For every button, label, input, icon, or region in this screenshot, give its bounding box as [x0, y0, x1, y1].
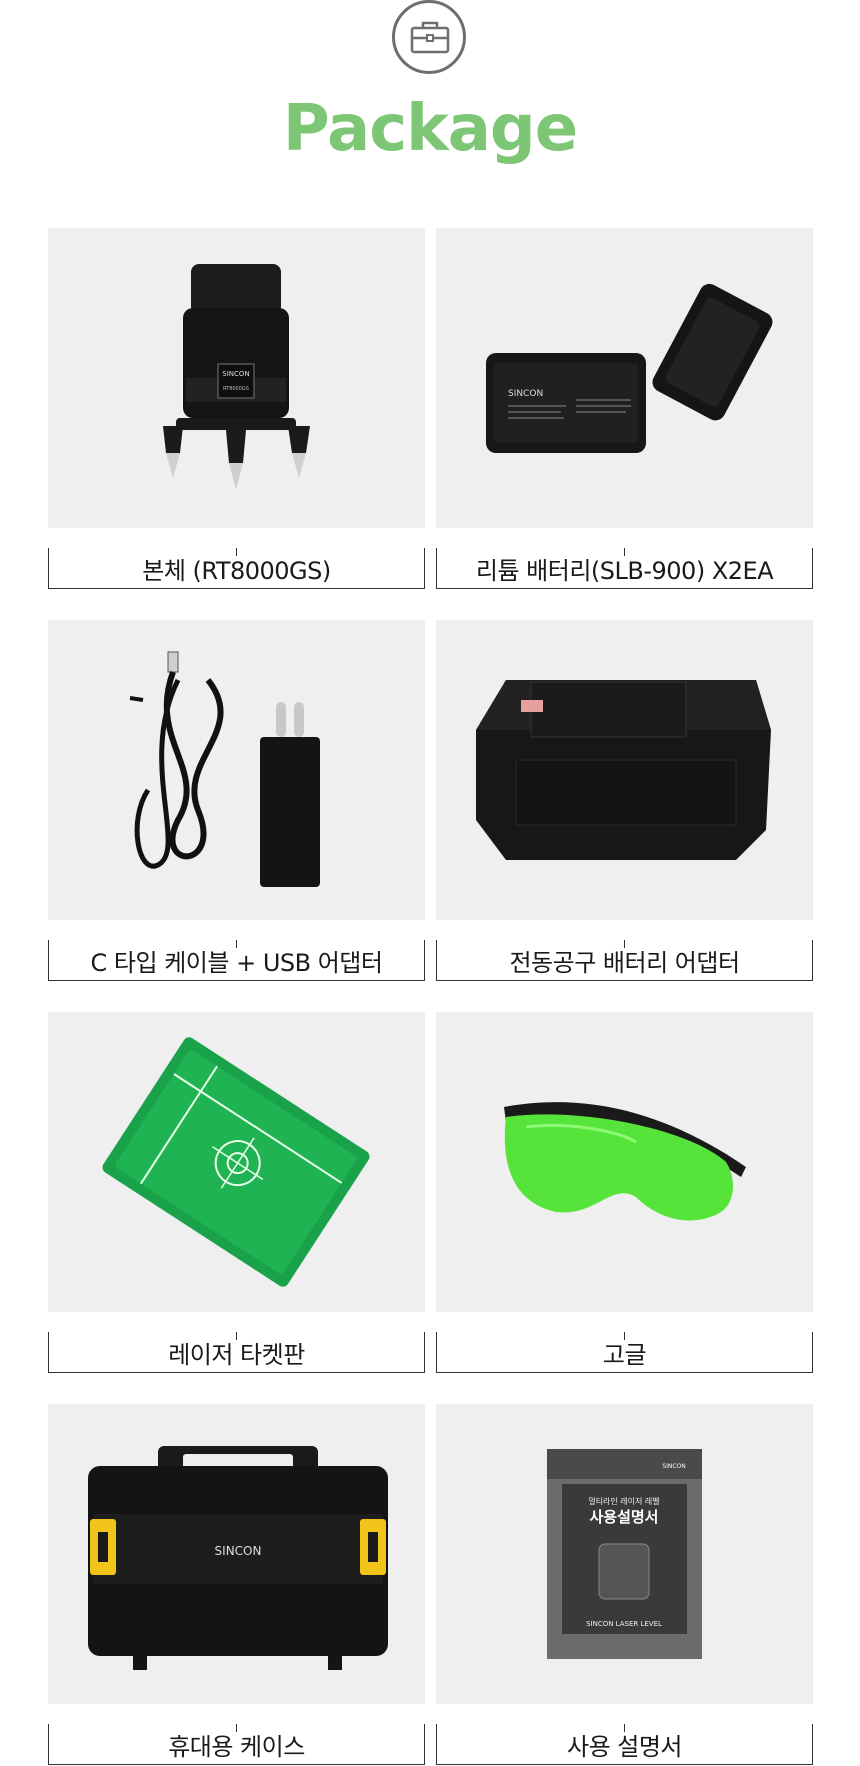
manual-brand-text: SINCON [662, 1463, 685, 1470]
battery-brand-text: SINCON [508, 389, 543, 399]
item-image-laser-level: SINCON RT8000GS [48, 228, 425, 528]
page-title: Package [282, 92, 578, 166]
item-label: 전동공구 배터리 어댑터 [436, 940, 813, 981]
item-image-battery-adapter [436, 620, 813, 920]
item-label: 리튬 배터리(SLB-900) X2EA [436, 548, 813, 589]
manual-title-text: 사용설명서 [589, 1508, 658, 1526]
case-brand-text: SINCON [215, 1544, 262, 1558]
item-label: 본체 (RT8000GS) [48, 548, 425, 589]
manual-footer-text: SINCON LASER LEVEL [586, 1620, 662, 1628]
laser-level-model-text: RT8000GS [223, 386, 249, 392]
toolbox-icon [392, 0, 466, 74]
item-label: 휴대용 케이스 [48, 1724, 425, 1765]
item-label: 고글 [436, 1332, 813, 1373]
item-label: C 타입 케이블 + USB 어댑터 [48, 940, 425, 981]
item-label: 사용 설명서 [436, 1724, 813, 1765]
item-image-usb-cable [48, 620, 425, 920]
item-image-carrying-case: SINCON [48, 1404, 425, 1704]
item-image-goggles [436, 1012, 813, 1312]
manual-subtitle-text: 멀티라인 레이저 레벨 [588, 1496, 659, 1506]
item-image-battery: SINCON [436, 228, 813, 528]
item-label: 레이저 타켓판 [48, 1332, 425, 1373]
item-image-target-plate [48, 1012, 425, 1312]
item-image-user-manual: SINCON 멀티라인 레이저 레벨 사용설명서 SINCON LASER LE… [436, 1404, 813, 1704]
laser-level-brand-text: SINCON [222, 370, 249, 378]
